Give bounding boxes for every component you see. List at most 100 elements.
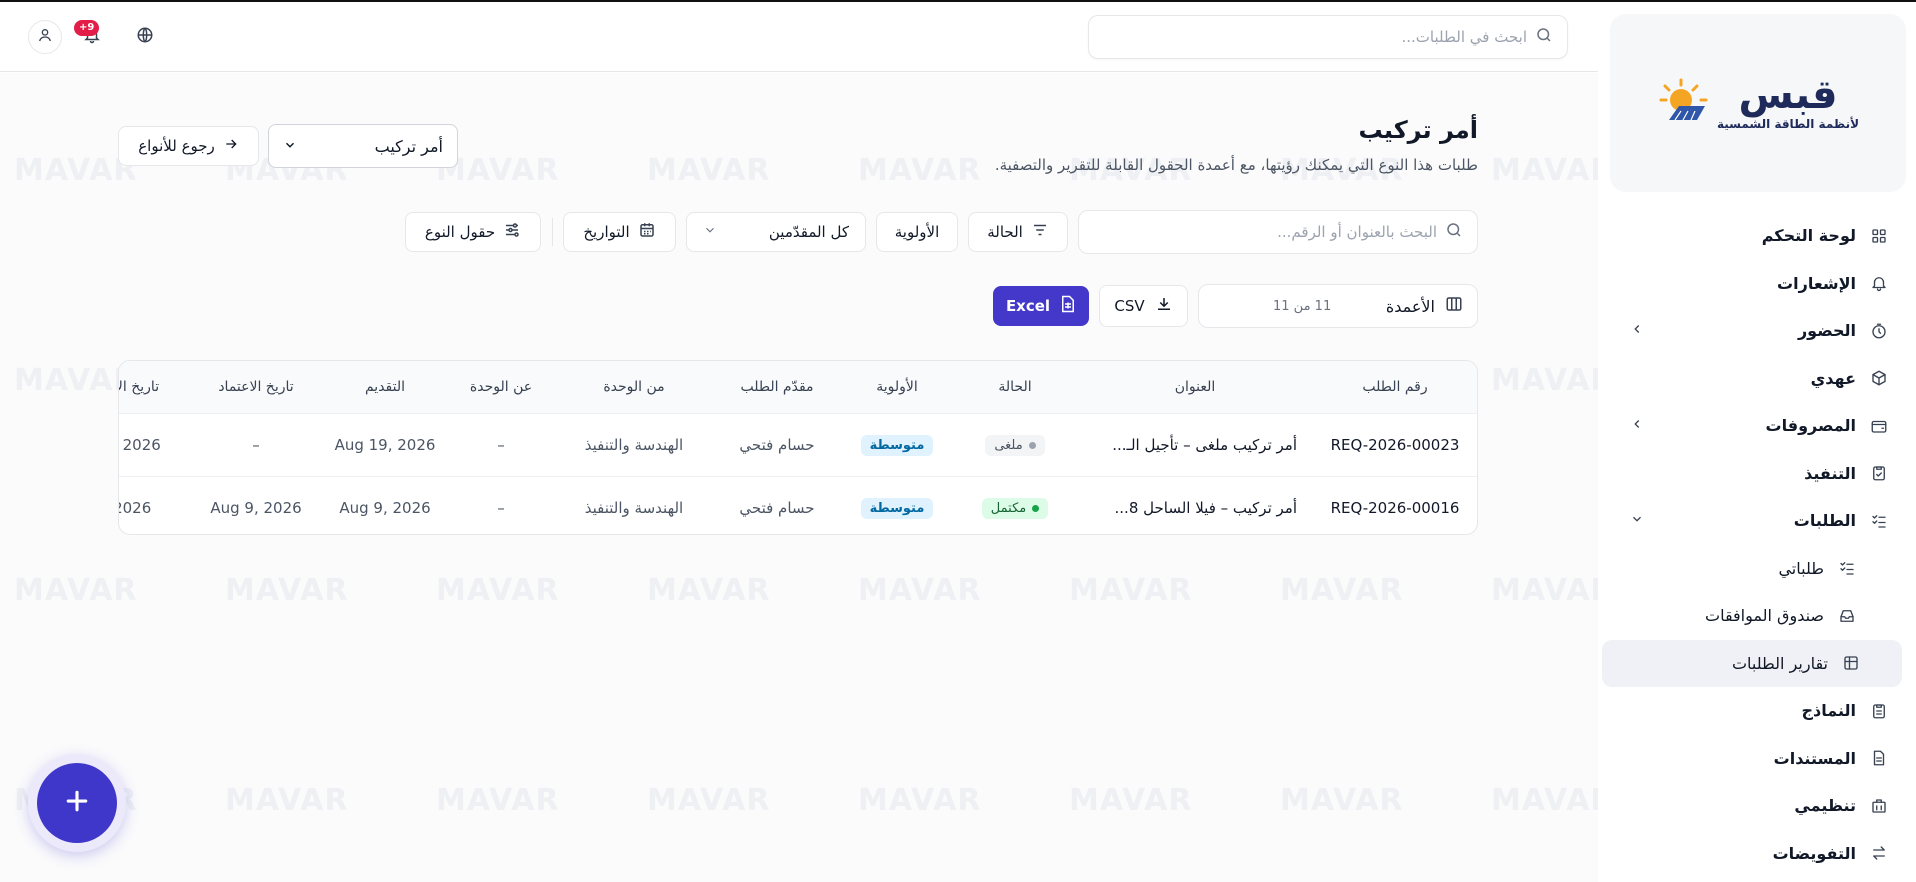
sliders-icon (503, 221, 521, 243)
watermark-text: MAVAR (1069, 783, 1193, 818)
dates-filter-button[interactable]: التواريخ (563, 212, 676, 252)
document-icon (1870, 749, 1888, 767)
back-to-types-button[interactable]: رجوع للأنواع (118, 126, 259, 166)
globe-icon (136, 26, 154, 48)
sidebar-item-label: تقارير الطلبات (1731, 653, 1828, 673)
watermark-text: MAVAR (858, 783, 982, 818)
sidebar-item-6[interactable]: الطلبات (1598, 497, 1916, 545)
columns-label: الأعمدة (1385, 296, 1435, 316)
columns-icon (1445, 295, 1463, 317)
watermark-text: MAVAR (1280, 573, 1404, 608)
bell-icon (1870, 274, 1888, 292)
watermark-text: MAVAR (1280, 783, 1404, 818)
column-header[interactable]: مقدّم الطلب (712, 361, 842, 413)
applicant-cell: حسام فتحي (739, 436, 815, 454)
notification-count-badge: +9 (74, 20, 100, 36)
add-request-fab[interactable] (28, 754, 126, 852)
watermark-text: MAVAR (1069, 573, 1193, 608)
sidebar-item-label: النماذج (1801, 701, 1857, 721)
column-header[interactable]: عن الوحدة (451, 361, 551, 413)
column-header[interactable]: رقم الطلب (1320, 361, 1470, 413)
column-header[interactable]: الأولوية (842, 361, 952, 413)
status-filter-label: الحالة (987, 223, 1023, 241)
title-cell[interactable]: أمر تركيب ملغى – تأجيل الـ... (1085, 414, 1305, 476)
for-unit-cell: – (497, 436, 505, 454)
sidebar-item-8[interactable]: صندوق الموافقات (1598, 592, 1916, 640)
watermark-text: MAVAR (858, 153, 982, 188)
sidebar-item-label: لوحة التحكم (1761, 226, 1856, 246)
language-button[interactable] (128, 20, 162, 54)
column-header[interactable]: من الوحدة (559, 361, 709, 413)
type-fields-button[interactable]: حقول النوع (405, 212, 541, 252)
sidebar-item-9[interactable]: تقارير الطلبات (1602, 639, 1902, 687)
brand-tagline: لأنظمة الطاقة الشمسية (1716, 117, 1860, 131)
sidebar-item-5[interactable]: التنفيذ (1598, 450, 1916, 498)
sidebar-item-label: طلباتي (1778, 558, 1824, 578)
filter-divider (552, 218, 553, 246)
clipboard-list-icon (1870, 702, 1888, 720)
request-search-input[interactable]: البحث بالعنوان أو الرقم... (1078, 210, 1478, 254)
search-icon (1535, 26, 1553, 48)
watermark-text: MAVAR (225, 573, 349, 608)
logo[interactable]: قبس لأنظمة الطاقة الشمسية (1657, 75, 1859, 131)
sidebar-item-2[interactable]: الحضور (1598, 307, 1916, 355)
applicant-select[interactable]: كل المقدّمين (686, 212, 866, 252)
status-filter-button[interactable]: الحالة (968, 212, 1068, 252)
sidebar-nav: لوحة التحكم الإشعارات الحضور عهدي المصروفات ا… (1598, 212, 1916, 877)
sidebar-item-0[interactable]: لوحة التحكم (1598, 212, 1916, 260)
sidebar-item-label: الحضور (1797, 321, 1856, 341)
sidebar-item-label: صندوق الموافقات (1705, 606, 1824, 626)
sidebar-item-11[interactable]: المستندات (1598, 735, 1916, 783)
export-csv-button[interactable]: CSV (1099, 285, 1188, 327)
column-header[interactable]: الحالة (955, 361, 1075, 413)
sidebar-item-1[interactable]: الإشعارات (1598, 260, 1916, 308)
excel-label: Excel (1005, 297, 1051, 315)
logo-container: قبس لأنظمة الطاقة الشمسية (1610, 14, 1906, 192)
export-excel-button[interactable]: Excel (993, 286, 1089, 326)
column-header[interactable]: تاريخ الاعتماد (201, 361, 311, 413)
column-header[interactable]: العنوان (1085, 361, 1305, 413)
table-icon (1842, 654, 1860, 672)
sidebar-item-label: تنظيمي (1794, 796, 1856, 816)
type-fields-label: حقول النوع (424, 223, 496, 241)
sidebar-item-12[interactable]: تنظيمي (1598, 782, 1916, 830)
priority-filter-button[interactable]: الأولوية (876, 212, 958, 252)
status-text: مكتمل (990, 500, 1027, 516)
sidebar-item-7[interactable]: طلباتي (1598, 545, 1916, 593)
sidebar-item-label: عهدي (1810, 368, 1856, 388)
sidebar-item-10[interactable]: النماذج (1598, 687, 1916, 735)
brand-name: قبس (1738, 72, 1838, 118)
table-row[interactable]: REQ-2026-00023 أمر تركيب ملغى – تأجيل الـ… (119, 413, 1477, 475)
priority-filter-label: الأولوية (894, 223, 940, 241)
table-row[interactable]: REQ-2026-00016 أمر تركيب – فيلا الساحل 8.… (119, 476, 1477, 534)
spreadsheet-icon (1060, 295, 1076, 317)
column-header[interactable]: تاريخ الإ (119, 361, 182, 413)
from-unit-cell: الهندسة والتنفيذ (584, 436, 684, 454)
request-type-select[interactable]: أمر تركيب (268, 124, 458, 168)
watermark-text: MAVAR (1491, 573, 1598, 608)
watermark-text: MAVAR (647, 783, 771, 818)
id-cell[interactable]: REQ-2026-00016 (1320, 477, 1470, 534)
csv-label: CSV (1114, 297, 1145, 315)
back-label: رجوع للأنواع (138, 137, 215, 155)
chevron-down-icon (1630, 512, 1644, 530)
columns-toggle[interactable]: الأعمدة 11 من 11 (1198, 284, 1478, 328)
watermark-text: MAVAR (858, 573, 982, 608)
status-cell: مكتمل (955, 477, 1075, 534)
priority-badge: متوسطة (860, 434, 934, 456)
sidebar-item-13[interactable]: التفويضات (1598, 830, 1916, 878)
sidebar-item-4[interactable]: المصروفات (1598, 402, 1916, 450)
user-menu-button[interactable] (28, 20, 62, 54)
chevron-left-icon (1630, 417, 1644, 435)
columns-count: 11 من 11 (1273, 298, 1332, 314)
global-search-input[interactable]: ابحث في الطلبات... (1088, 15, 1568, 59)
sidebar-item-label: التنفيذ (1804, 463, 1856, 483)
chevron-left-icon (1630, 322, 1644, 340)
status-dot-icon (1032, 504, 1040, 512)
sidebar-item-label: التفويضات (1772, 843, 1856, 863)
column-header[interactable]: التقديم (325, 361, 445, 413)
chevron-down-icon (703, 223, 717, 241)
title-cell[interactable]: أمر تركيب – فيلا الساحل 8... (1085, 477, 1305, 534)
sidebar-item-3[interactable]: عهدي (1598, 355, 1916, 403)
id-cell[interactable]: REQ-2026-00023 (1320, 414, 1470, 476)
